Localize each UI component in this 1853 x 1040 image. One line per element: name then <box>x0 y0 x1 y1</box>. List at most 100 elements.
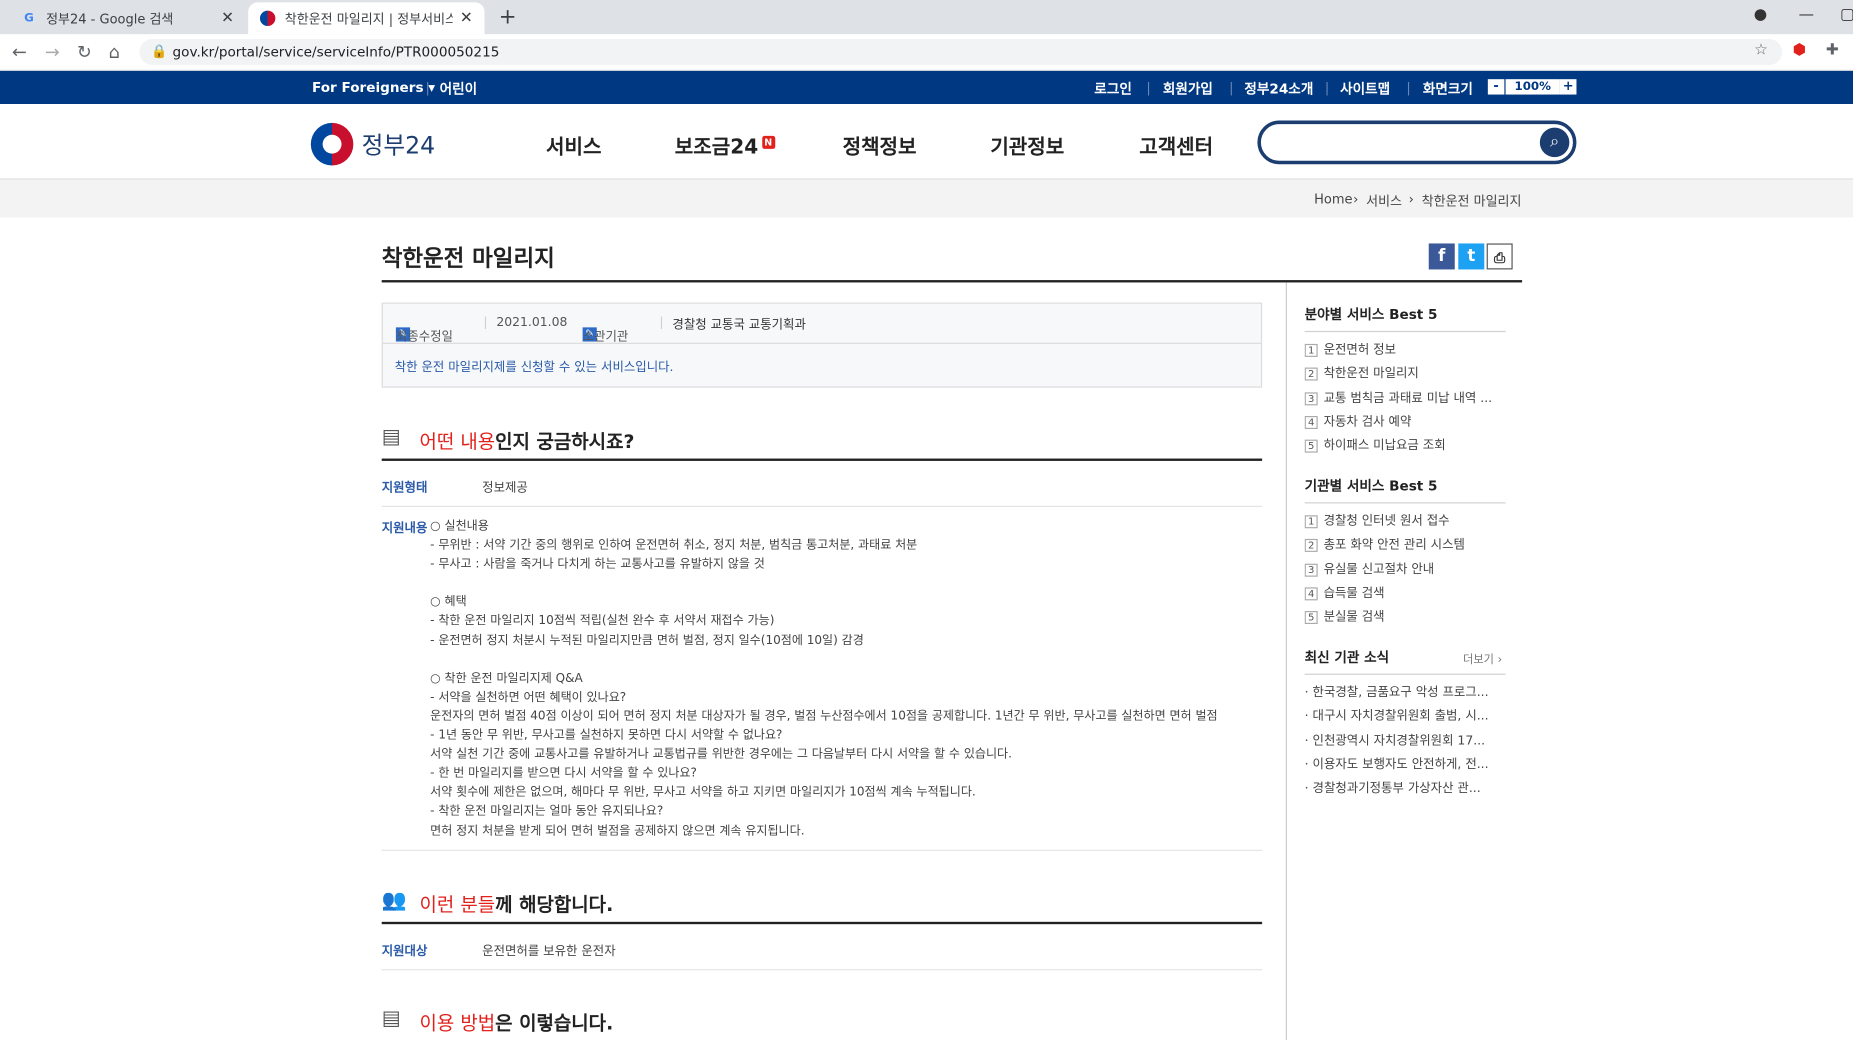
heading-rest: 께 해당합니다. <box>495 893 614 916</box>
rank-number: 2 <box>1304 367 1318 381</box>
restore-icon[interactable]: ▢ <box>1840 6 1853 24</box>
nav-subsidy[interactable]: 보조금24 N <box>675 130 775 160</box>
page-root: G 정부24 - Google 검색 ✕ 착한운전 마일리지 | 정부서비스 ✕… <box>0 0 1853 1040</box>
profile-icon[interactable]: ● <box>1754 6 1767 24</box>
content-line: - 1년 동안 무 위반, 무사고를 실천하지 못하면 다시 서약할 수 없나요… <box>430 729 783 743</box>
updated-label-text: 최종수정일 <box>395 329 453 344</box>
zoom-in-button[interactable]: + <box>1559 79 1577 95</box>
content-line: ○ 착한 운전 마일리지제 Q&A <box>430 672 583 686</box>
browser-tab-gov24[interactable]: 착한운전 마일리지 | 정부서비스 ✕ <box>248 2 485 35</box>
news-item[interactable]: · 인천광역시 자치경찰위원회 17... <box>1305 731 1506 749</box>
search-icon[interactable]: ⌕ <box>1539 127 1570 158</box>
rank-number: 3 <box>1304 563 1318 577</box>
row-divider <box>381 969 1263 971</box>
best-agency-item[interactable]: 4 습득물 검색 <box>1304 584 1506 602</box>
service-description: 착한 운전 마일리지제를 신청할 수 있는 서비스입니다. <box>394 360 674 375</box>
close-icon[interactable]: ✕ <box>460 9 473 27</box>
login-link[interactable]: 로그인 <box>1094 79 1132 98</box>
divider: | <box>1146 79 1151 96</box>
print-icon[interactable]: ⎙ <box>1486 243 1513 270</box>
heading-highlight: 이용 방법 <box>419 1011 496 1035</box>
divider: | <box>1324 79 1330 96</box>
best-field-item[interactable]: 1 운전면허 정보 <box>1304 340 1506 358</box>
best-field-item[interactable]: 2 착한운전 마일리지 <box>1304 364 1506 382</box>
browser-tabbar: G 정부24 - Google 검색 ✕ 착한운전 마일리지 | 정부서비스 ✕… <box>0 0 1853 35</box>
best-field-item-label: 착한운전 마일리지 <box>1323 366 1419 381</box>
rank-number: 1 <box>1304 343 1318 357</box>
about-link[interactable]: 정부24소개 <box>1244 79 1313 98</box>
best-agency-item[interactable]: 2 총포 화약 안전 관리 시스템 <box>1304 536 1506 554</box>
news-item[interactable]: · 경찰청과기정통부 가상자산 관... <box>1305 779 1506 797</box>
gov-emblem-icon[interactable] <box>310 122 354 166</box>
twitter-icon[interactable]: t <box>1458 243 1485 270</box>
site-header: 정부24 서비스 보조금24 N 정책정보 기관정보 고객센터 ⌕ <box>0 104 1853 180</box>
best-field-item[interactable]: 3 교통 범칙금 과태료 미납 내역 ... <box>1304 388 1506 406</box>
for-foreigners-link[interactable]: For Foreigners ▾ <box>312 79 435 96</box>
adblock-icon[interactable]: ⬢ <box>1793 41 1806 59</box>
content-line <box>430 575 1262 594</box>
back-icon[interactable]: ← <box>12 41 27 62</box>
home-icon[interactable]: ⌂ <box>109 41 120 62</box>
block-divider <box>1304 330 1506 333</box>
news-more-link[interactable]: 더보기 › <box>1463 650 1502 667</box>
nav-services[interactable]: 서비스 <box>546 130 601 160</box>
best-agency-item[interactable]: 1 경찰청 인터넷 원서 접수 <box>1304 512 1506 530</box>
best-field-item-label: 자동차 검사 예약 <box>1323 414 1412 429</box>
browser-tab-google[interactable]: G 정부24 - Google 검색 ✕ <box>9 2 245 34</box>
sitemap-link[interactable]: 사이트맵 <box>1340 79 1390 98</box>
best-agency-item[interactable]: 3 유실물 신고절차 안내 <box>1304 560 1506 578</box>
nav-agency[interactable]: 기관정보 <box>990 130 1064 160</box>
content-line: - 착한 운전 마일리지 10점씩 적립(실천 완수 후 서약서 재접수 가능) <box>430 615 775 629</box>
new-tab-button[interactable]: + <box>499 5 517 30</box>
best-field-block: 분야별 서비스 Best 5 <box>1304 305 1506 333</box>
extensions-icon[interactable]: ✚ <box>1826 41 1839 59</box>
support-type-value: 정보제공 <box>482 481 528 496</box>
breadcrumb-current: 착한운전 마일리지 <box>1421 193 1522 210</box>
best-field-item-label: 운전면허 정보 <box>1323 342 1397 357</box>
new-badge: N <box>761 136 775 150</box>
breadcrumb-home[interactable]: Home <box>1314 191 1352 206</box>
utility-bar: For Foreigners ▾ | 어린이 로그인 | 회원가입 | 정부24… <box>0 70 1853 105</box>
zoom-out-button[interactable]: - <box>1487 79 1505 95</box>
url-field[interactable]: 🔒 gov.kr/portal/service/serviceInfo/PTR0… <box>139 39 1783 66</box>
best-agency-item-label: 유실물 신고절차 안내 <box>1323 562 1435 577</box>
rank-number: 4 <box>1304 587 1318 601</box>
bookmark-star-icon[interactable]: ☆ <box>1754 41 1768 59</box>
news-item[interactable]: · 대구시 자치경찰위원회 출범, 시... <box>1305 707 1506 725</box>
breadcrumb-services[interactable]: 서비스 <box>1366 191 1402 210</box>
lock-icon: 🔒 <box>151 43 168 60</box>
document-icon: ▤ <box>381 425 401 450</box>
nav-policy[interactable]: 정책정보 <box>843 130 917 160</box>
minimize-icon[interactable]: — <box>1799 6 1814 24</box>
divider: | <box>425 79 431 96</box>
best-field-item[interactable]: 4 자동차 검사 예약 <box>1304 412 1506 430</box>
reload-icon[interactable]: ↻ <box>77 41 92 62</box>
signup-link[interactable]: 회원가입 <box>1163 79 1213 98</box>
support-type-label: 지원형태 <box>381 481 428 496</box>
rank-number: 1 <box>1304 515 1318 529</box>
best-agency-item[interactable]: 5 분실물 검색 <box>1304 608 1506 626</box>
block-divider <box>1304 673 1506 675</box>
section-who: 👥 이런 분들께 해당합니다. <box>381 884 1263 925</box>
row-divider <box>381 505 1263 508</box>
forward-icon[interactable]: → <box>45 41 60 62</box>
section-heading: 이런 분들께 해당합니다. <box>420 889 614 917</box>
kids-link[interactable]: 어린이 <box>440 79 478 98</box>
people-icon: 👥 <box>381 888 407 913</box>
content-line: - 무위반 : 서약 기간 중의 행위로 인하여 운전면허 취소, 정지 처분,… <box>430 539 918 553</box>
best-field-item[interactable]: 5 하이패스 미납요금 조회 <box>1304 436 1506 454</box>
best-field-item-label: 교통 범칙금 과태료 미납 내역 ... <box>1323 390 1493 405</box>
best-agency-item-label: 분실물 검색 <box>1323 610 1385 625</box>
support-target-value: 운전면허를 보유한 운전자 <box>482 944 616 959</box>
best-field-title: 분야별 서비스 Best 5 <box>1304 306 1438 323</box>
support-content-label: 지원내용 <box>381 521 428 536</box>
site-logo[interactable]: 정부24 <box>362 126 436 160</box>
search-input[interactable]: ⌕ <box>1257 120 1577 165</box>
sidebar-divider <box>1285 282 1287 1040</box>
nav-customer-center[interactable]: 고객센터 <box>1139 130 1213 160</box>
news-item[interactable]: · 한국경찰, 금품요구 악성 프로그... <box>1305 683 1506 701</box>
facebook-icon[interactable]: f <box>1428 243 1455 270</box>
url-text: gov.kr/portal/service/serviceInfo/PTR000… <box>172 43 500 61</box>
close-icon[interactable]: ✕ <box>221 9 234 27</box>
news-item[interactable]: · 이용자도 보행자도 안전하게, 전... <box>1305 755 1506 773</box>
